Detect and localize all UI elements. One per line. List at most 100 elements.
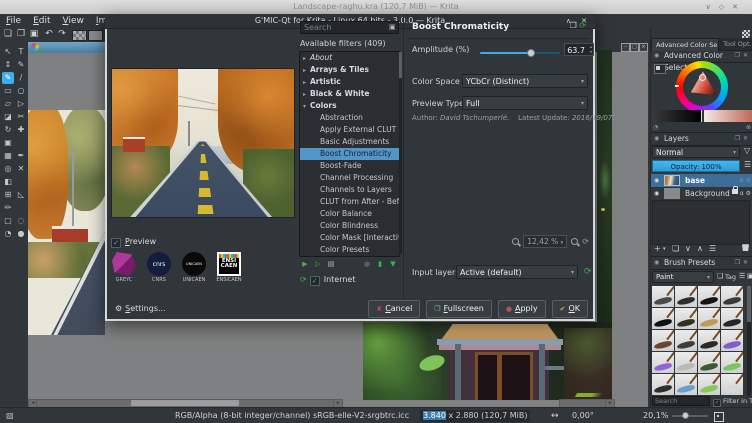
view-grid-icon[interactable]: ▣ xyxy=(747,272,752,280)
add-layer-caret-icon[interactable]: ▾ xyxy=(663,243,666,255)
tool-icon-r9c1[interactable]: ✕ xyxy=(15,163,27,175)
brush-preset-tile[interactable] xyxy=(675,352,697,373)
tool-icon-r11c1[interactable]: ◺ xyxy=(15,189,27,201)
brush-preset-tile[interactable] xyxy=(721,352,743,373)
filter-black-white[interactable]: ▸ Black & White xyxy=(300,88,399,100)
gradient-swatch[interactable] xyxy=(72,30,87,41)
opacity-slider[interactable]: Opacity: 100% xyxy=(652,160,740,172)
brush-grid-scrollbar[interactable] xyxy=(747,286,751,396)
dock-header-buttons[interactable]: ❐✕ xyxy=(735,133,751,145)
filter-color-blindness[interactable]: Color Blindness xyxy=(300,220,399,232)
zoom-slider[interactable] xyxy=(672,412,708,419)
layer-properties-icon[interactable]: ☰ xyxy=(709,243,716,255)
tool-icon-r9c0[interactable]: ◎ xyxy=(2,163,14,175)
brush-preset-tile[interactable] xyxy=(721,330,743,351)
menu-view[interactable]: View xyxy=(57,14,90,28)
layer-thumbnail[interactable] xyxy=(664,175,680,186)
dock-tab-tool-opt-[interactable]: Tool Opt... xyxy=(719,38,752,50)
dock-header-buttons[interactable]: ❐✕ xyxy=(735,257,751,269)
tool-icon-r14c0[interactable]: ◔ xyxy=(2,228,14,240)
brush-preset-tile[interactable] xyxy=(675,374,697,395)
layer-prop-icons[interactable]: α ⚙ xyxy=(731,186,751,200)
filter-preview-image[interactable] xyxy=(111,68,295,218)
menu-file[interactable]: File xyxy=(0,14,27,28)
brush-preset-tile[interactable] xyxy=(675,308,697,329)
value-bar-light[interactable] xyxy=(703,110,752,122)
layer-row-base[interactable]: ◉ base α ⚙ xyxy=(651,174,752,187)
tool-icon-r13c1[interactable]: ◌ xyxy=(15,215,27,227)
tool-icon-r10c0[interactable]: ◧ xyxy=(2,176,14,188)
h-scrollbar-thumb[interactable] xyxy=(131,400,239,406)
h-scrollbar-right-doc[interactable] xyxy=(559,399,606,407)
h-scrollbar-left-doc[interactable] xyxy=(36,399,334,407)
filter-channels-to-layers[interactable]: Channels to Layers xyxy=(300,184,399,196)
filter-color-mask-interactive-[interactable]: Color Mask [Interactive] xyxy=(300,232,399,244)
layer-thumbnail[interactable] xyxy=(664,188,680,199)
globe-icon[interactable]: ● xyxy=(362,259,372,269)
selection-mode-icon[interactable]: ▧ xyxy=(6,408,14,423)
add-fave-icon[interactable]: ▶ xyxy=(300,259,310,269)
dock-header-buttons[interactable]: ❐✕ xyxy=(735,50,751,62)
mirror-icon[interactable]: ↔ xyxy=(551,408,559,423)
reset-filter-icon[interactable]: ⟳ xyxy=(579,21,586,30)
tool-icon-r8c1[interactable]: ✒ xyxy=(15,150,27,162)
rotate-icon[interactable]: ◔ xyxy=(653,124,658,131)
pause-update-icon[interactable]: ▮ xyxy=(375,259,385,269)
layer-list-empty-area[interactable] xyxy=(652,200,750,245)
filter-color-balance[interactable]: Color Balance xyxy=(300,208,399,220)
tool-icon-r11c0[interactable]: ⊞ xyxy=(2,189,14,201)
apply-button[interactable]: ● Apply xyxy=(497,300,546,318)
layer-options-icon[interactable]: ☰ xyxy=(744,160,751,169)
preview-type-dropdown[interactable]: Full ▾ xyxy=(462,96,588,110)
move-layer-up-icon[interactable]: ∧ xyxy=(697,243,703,255)
brush-search-input[interactable] xyxy=(652,396,710,406)
shade-selector-toggle[interactable] xyxy=(654,64,666,74)
visibility-eye-icon[interactable]: ◉ xyxy=(654,187,659,200)
filter-abstraction[interactable]: Abstraction xyxy=(300,112,399,124)
scroll-right-arrow-2[interactable]: ▸ xyxy=(605,399,615,407)
blend-mode-dropdown[interactable]: Normal ▾ xyxy=(652,146,740,158)
subwindow-restore-icon[interactable]: □ xyxy=(630,43,639,52)
input-layers-dropdown[interactable]: Active (default) ▾ xyxy=(456,265,578,279)
fullscreen-button[interactable]: ❒ Fullscreen xyxy=(426,300,492,318)
brush-preset-tile[interactable] xyxy=(698,308,720,329)
filter-boost-chromaticity[interactable]: Boost Chromaticity xyxy=(300,148,399,160)
tool-icon-r1c1[interactable]: ✎ xyxy=(15,59,27,71)
filter-about[interactable]: ▸ About xyxy=(300,52,399,64)
filter-channel-processing[interactable]: Channel Processing xyxy=(300,172,399,184)
collapsed-arrow-icon[interactable]: ▸ xyxy=(303,65,310,76)
tool-icon-r3c1[interactable]: ○ xyxy=(15,85,27,97)
collapsed-arrow-icon[interactable]: ▸ xyxy=(303,89,310,100)
tool-icon-r5c1[interactable]: ✂ xyxy=(15,111,27,123)
tool-icon-r2c1[interactable]: / xyxy=(15,72,27,84)
filter-clut-from-after-before[interactable]: CLUT from After - Before xyxy=(300,196,399,208)
house-canvas-image[interactable] xyxy=(363,322,612,400)
ok-button[interactable]: ✔ OK xyxy=(551,300,588,318)
brush-preset-tile[interactable] xyxy=(675,286,697,307)
preview-checkbox[interactable]: ✓ Preview xyxy=(111,236,156,248)
brush-preset-tile[interactable] xyxy=(721,308,743,329)
undo-icon[interactable]: ↶ xyxy=(43,29,55,39)
zoom-slider-handle[interactable] xyxy=(682,412,689,419)
brush-preset-tile[interactable] xyxy=(652,330,674,351)
filter-basic-adjustments[interactable]: Basic Adjustments xyxy=(300,136,399,148)
checker-icon[interactable] xyxy=(742,30,750,38)
brush-preset-tile[interactable] xyxy=(721,286,743,307)
brush-preset-tile[interactable] xyxy=(652,308,674,329)
tool-icon-r1c0[interactable]: ↕ xyxy=(2,59,14,71)
visibility-eye-icon[interactable]: ◉ xyxy=(654,174,659,187)
subwindow-minimize-icon[interactable]: – xyxy=(621,43,630,52)
brush-preset-tile[interactable] xyxy=(652,286,674,307)
amplitude-spinbox[interactable]: 63.7 ▴ ▾ xyxy=(564,43,594,56)
subwindow-close-icon[interactable]: × xyxy=(639,43,648,52)
zoom-percent-label[interactable]: 20,1% xyxy=(643,408,668,423)
tool-icon-r6c0[interactable]: ↻ xyxy=(2,124,14,136)
fit-page-icon[interactable] xyxy=(714,412,724,422)
brush-preset-tile[interactable] xyxy=(652,374,674,395)
tool-icon-r0c1[interactable]: T xyxy=(15,46,27,58)
landscape-canvas-image[interactable] xyxy=(28,110,105,335)
download-filters-icon[interactable]: ▼ xyxy=(388,259,398,269)
layers-header[interactable]: ◉ Layers ❐✕ xyxy=(651,132,752,146)
brush-preset-tile[interactable] xyxy=(698,352,720,373)
tool-icon-r8c0[interactable]: ▦ xyxy=(2,150,14,162)
